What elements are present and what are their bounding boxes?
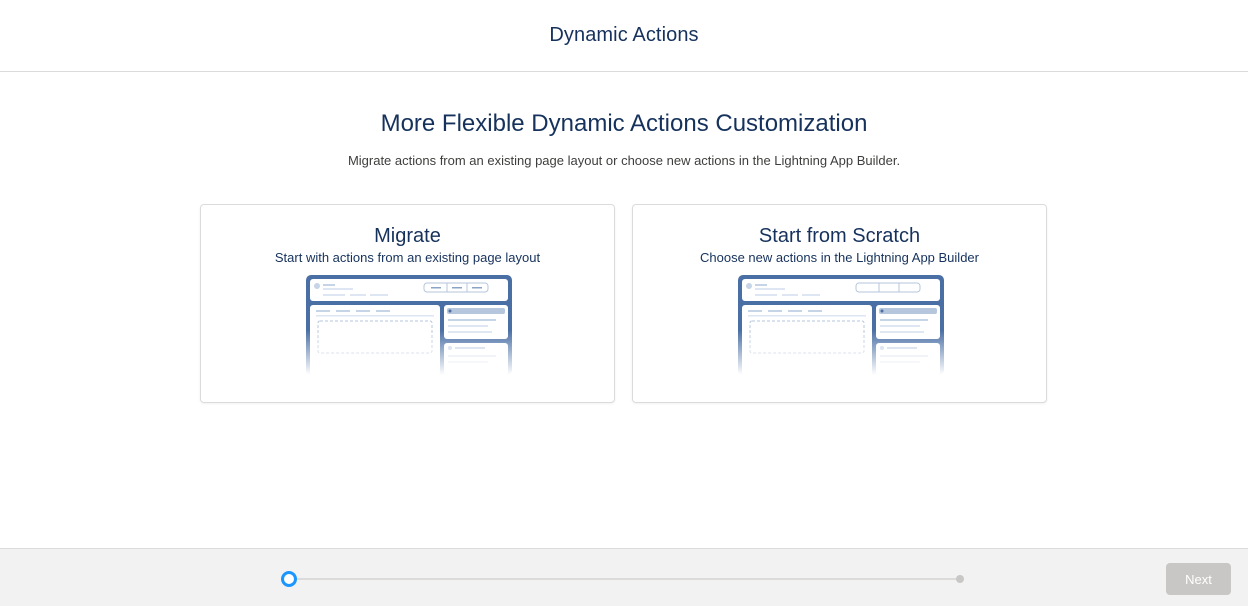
page-layout-illustration-icon	[738, 275, 944, 375]
card-title: Migrate	[374, 225, 441, 247]
card-title: Start from Scratch	[758, 225, 921, 247]
page-layout-illustration-icon	[306, 275, 512, 375]
next-button[interactable]: Next	[1166, 563, 1231, 595]
modal-footer: Next	[0, 548, 1248, 606]
progress-track	[290, 578, 962, 580]
page-title: More Flexible Dynamic Actions Customizat…	[380, 110, 868, 137]
progress-step-next[interactable]	[956, 575, 964, 583]
modal-header: Dynamic Actions	[0, 0, 1248, 72]
migrate-option-card[interactable]: Migrate Start with actions from an exist…	[200, 204, 615, 403]
dynamic-actions-modal: Dynamic Actions More Flexible Dynamic Ac…	[0, 0, 1248, 606]
progress-step-current[interactable]	[281, 571, 297, 587]
start-from-scratch-option-card[interactable]: Start from Scratch Choose new actions in…	[632, 204, 1047, 403]
page-subtitle: Migrate actions from an existing page la…	[347, 153, 901, 168]
modal-title: Dynamic Actions	[549, 24, 699, 46]
card-description: Start with actions from an existing page…	[274, 250, 541, 265]
card-description: Choose new actions in the Lightning App …	[700, 250, 979, 265]
